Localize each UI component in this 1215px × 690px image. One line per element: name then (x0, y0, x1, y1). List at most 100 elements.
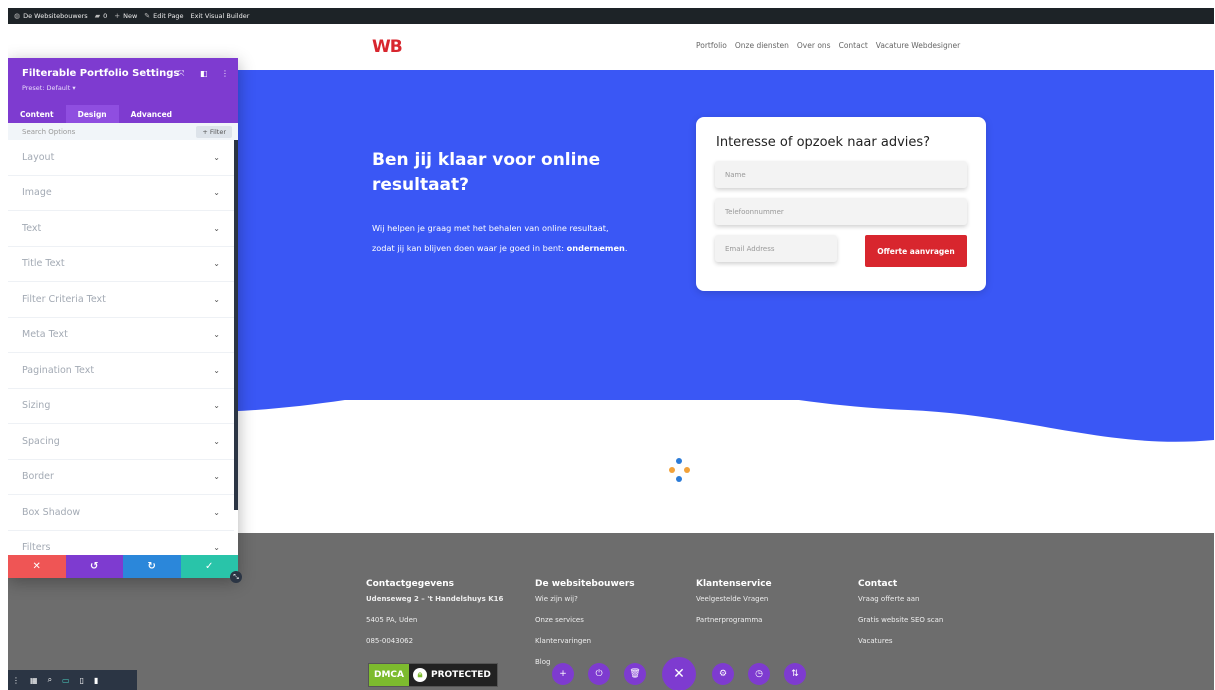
footer-phone[interactable]: 085-0043062 (366, 637, 503, 658)
hero-text-bold: ondernemen (566, 243, 625, 253)
footer-link[interactable]: Partnerprogramma (696, 616, 772, 637)
phone-icon[interactable]: ▮ (94, 676, 98, 685)
filter-button[interactable]: + Filter (196, 125, 232, 138)
footer-heading: Contact (858, 579, 898, 589)
preset-selector[interactable]: Preset: Default ▾ (22, 84, 76, 92)
site-logo[interactable]: WB (372, 37, 403, 57)
clear-layout-button[interactable]: 🗑︎ (624, 663, 646, 685)
footer-link[interactable]: Onze services (535, 616, 635, 637)
option-group-meta-text[interactable]: Meta Text ⌄ (8, 318, 234, 353)
footer-link[interactable]: Vacatures (858, 637, 943, 658)
comment-icon: ▰ (94, 12, 101, 20)
admin-new-label: New (123, 12, 138, 20)
footer-link[interactable]: Wie zijn wij? (535, 595, 635, 616)
admin-comments-link[interactable]: ▰ 0 (95, 12, 108, 20)
chevron-down-icon: ⌄ (213, 543, 220, 553)
tab-content[interactable]: Content (8, 105, 66, 123)
name-field[interactable]: Name (715, 161, 967, 188)
admin-exit-builder-link[interactable]: Exit Visual Builder (191, 12, 250, 20)
sort-button[interactable]: ⇅ (784, 663, 806, 685)
chevron-down-icon: ⌄ (213, 507, 220, 517)
admin-exit-label: Exit Visual Builder (190, 12, 250, 20)
hero-text-line1: Wij helpen je graag met het behalen van … (372, 223, 609, 233)
discard-button[interactable]: ✕ (8, 555, 66, 578)
option-group-text[interactable]: Text ⌄ (8, 211, 234, 247)
dmca-label: DMCA (369, 664, 409, 686)
check-icon: ✓ (205, 561, 214, 572)
browser-viewport: ◍ De Websitebouwers ▰ 0 + New ✎ Edit Page Ex… (8, 8, 1214, 690)
zoom-icon[interactable]: ⌕ (48, 675, 52, 685)
tablet-icon[interactable]: ▯ (80, 676, 84, 685)
options-search-bar: Search Options + Filter (8, 123, 238, 140)
hero-text-end: . (624, 243, 628, 253)
option-group-image[interactable]: Image ⌄ (8, 176, 234, 211)
footer-heading: Klantenservice (696, 579, 772, 589)
chevron-down-icon: ⌄ (213, 152, 220, 162)
menu-dots-icon[interactable]: ⋮ (12, 676, 20, 685)
chevron-down-icon: ⌄ (213, 330, 220, 340)
chevron-down-icon: ⌄ (213, 436, 220, 446)
option-group-filters[interactable]: Filters ⌄ (8, 531, 234, 555)
option-group-box-shadow[interactable]: Box Shadow ⌄ (8, 495, 234, 531)
submit-quote-button[interactable]: Offerte aanvragen (865, 235, 967, 267)
option-group-layout[interactable]: Layout ⌄ (8, 140, 234, 176)
lock-icon: 🔒︎ (413, 668, 427, 682)
options-list: Layout ⌄ Image ⌄ Text ⌄ Title Text ⌄ Filter … (8, 140, 238, 554)
more-options-icon[interactable]: ⋮ (221, 69, 229, 78)
tab-design[interactable]: Design (65, 105, 119, 123)
footer-link[interactable]: Vraag offerte aan (858, 595, 943, 616)
add-module-button[interactable]: + (552, 663, 574, 685)
option-group-border[interactable]: Border ⌄ (8, 460, 234, 495)
footer-heading: De websitebouwers (535, 579, 635, 589)
module-settings-panel: Filterable Portfolio Settings Preset: De… (8, 58, 242, 583)
option-group-sizing[interactable]: Sizing ⌄ (8, 389, 234, 424)
nav-item-portfolio[interactable]: Portfolio (696, 41, 727, 50)
nav-item-vacature[interactable]: Vacature Webdesigner (876, 41, 960, 50)
footer-link[interactable]: Klantervaringen (535, 637, 635, 658)
option-group-filter-criteria-text[interactable]: Filter Criteria Text ⌄ (8, 282, 234, 318)
main-nav: Portfolio Onze diensten Over ons Contact… (696, 41, 960, 50)
split-view-icon[interactable]: ◧ (200, 69, 208, 78)
nav-item-over-ons[interactable]: Over ons (797, 41, 831, 50)
portability-button[interactable]: ⏻ (588, 663, 610, 685)
options-scrollbar[interactable] (234, 140, 238, 510)
footer-link[interactable]: Veelgestelde Vragen (696, 595, 772, 616)
hero-text: Wij helpen je graag met het behalen van … (372, 218, 672, 258)
resize-handle-icon[interactable]: ⤡ (230, 571, 242, 583)
option-group-title-text[interactable]: Title Text ⌄ (8, 247, 234, 282)
option-group-pagination-text[interactable]: Pagination Text ⌄ (8, 353, 234, 389)
tab-advanced[interactable]: Advanced (119, 105, 184, 123)
nav-item-onze-diensten[interactable]: Onze diensten (735, 41, 789, 50)
close-toolbar-button[interactable]: ✕ (662, 657, 696, 690)
chevron-down-icon: ⌄ (213, 259, 220, 269)
option-label: Layout (22, 151, 55, 163)
page-settings-button[interactable]: ⚙ (712, 663, 734, 685)
redo-button[interactable]: ↻ (123, 555, 181, 578)
footer-col-klantenservice: Klantenservice Veelgestelde Vragen Partn… (696, 579, 772, 637)
option-label: Filters (22, 542, 51, 554)
admin-new-link[interactable]: + New (114, 12, 137, 20)
footer-link[interactable]: Gratis website SEO scan (858, 616, 943, 637)
nav-item-contact[interactable]: Contact (839, 41, 868, 50)
loader-dot-top (676, 458, 682, 464)
close-icon: ✕ (32, 561, 41, 572)
option-label: Text (22, 222, 42, 234)
history-button[interactable]: ◷ (748, 663, 770, 685)
gear-icon: ⚙ (718, 669, 728, 679)
phone-field[interactable]: Telefoonnummer (715, 198, 967, 225)
option-label: Title Text (22, 258, 65, 270)
dashboard-icon: ◍ (14, 12, 21, 20)
dmca-badge[interactable]: DMCA 🔒︎ PROTECTED (368, 663, 498, 687)
option-label: Border (22, 471, 54, 483)
fullscreen-icon[interactable]: ⤧ (178, 69, 184, 79)
admin-edit-page-link[interactable]: ✎ Edit Page (144, 12, 183, 20)
email-field[interactable]: Email Address (715, 235, 837, 262)
admin-site-link[interactable]: ◍ De Websitebouwers (14, 12, 88, 20)
undo-icon: ↺ (90, 561, 99, 572)
sort-arrows-icon: ⇅ (791, 669, 799, 679)
wireframe-icon[interactable]: ▦ (30, 676, 38, 685)
undo-button[interactable]: ↺ (65, 555, 123, 578)
search-options-input[interactable]: Search Options (22, 128, 75, 136)
desktop-icon[interactable]: ▭ (62, 676, 70, 685)
option-group-spacing[interactable]: Spacing ⌄ (8, 424, 234, 460)
